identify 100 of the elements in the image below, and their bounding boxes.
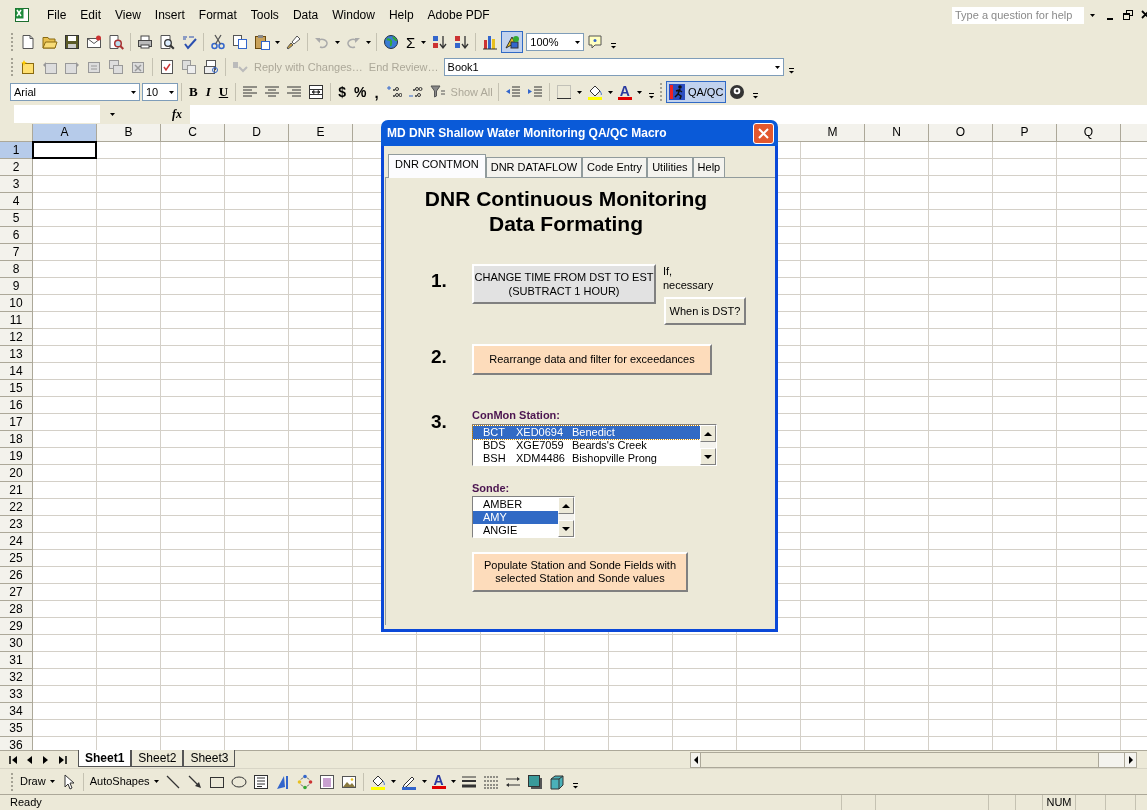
restore-icon[interactable] [1123,10,1133,20]
formula-input[interactable] [190,104,1147,124]
caret-icon[interactable] [576,90,582,94]
caret-icon[interactable] [335,40,340,44]
toolbar-options-icon[interactable] [788,68,794,74]
decrease-indent-icon[interactable] [504,84,521,100]
toolbar-handle[interactable] [11,772,14,791]
row-header[interactable]: 19 [0,448,33,465]
increase-decimal-icon[interactable] [385,84,402,100]
open-folder-icon[interactable] [42,34,58,50]
zoom-combo[interactable]: 100% [526,33,585,51]
menu-item[interactable]: Window [325,5,382,25]
caret-icon[interactable] [450,780,456,783]
scroll-right-button[interactable] [1124,752,1136,767]
menu-item[interactable]: Edit [73,5,109,25]
sort-ascending-icon[interactable] [431,34,448,50]
scissors-icon[interactable] [210,34,226,50]
fill-bucket-icon[interactable] [586,84,603,100]
caret-icon[interactable] [575,40,581,44]
increase-indent-icon[interactable] [526,84,543,100]
row-header[interactable]: 31 [0,652,33,669]
caret-icon[interactable] [774,65,780,69]
list-item[interactable]: BCT XED0694 Benedict [473,426,700,439]
line-weight-icon[interactable] [460,773,477,790]
row-header[interactable]: 9 [0,278,33,295]
column-header[interactable]: A [33,124,97,141]
caret-icon[interactable] [366,40,371,44]
sticky-note-icon[interactable] [20,59,36,75]
toolbar-options-icon[interactable] [648,93,654,99]
horizontal-scrollbar[interactable] [690,751,1137,768]
merge-center-icon[interactable] [308,84,325,100]
cube-icon[interactable] [548,773,565,790]
row-header[interactable]: 3 [0,176,33,193]
print-preview-icon[interactable] [159,34,175,50]
scroll-up-button[interactable] [700,425,716,442]
menu-item[interactable]: File [40,5,74,25]
toolbar-options-icon[interactable] [753,93,759,99]
rearrange-data-button[interactable]: Rearrange data and filter for exceedances [472,344,712,375]
row-header[interactable]: 33 [0,686,33,703]
checklist-icon[interactable] [159,59,175,75]
tab[interactable]: DNR DATAFLOW [485,157,583,177]
caret-icon[interactable] [153,780,159,783]
station-listbox[interactable]: BCT XED0694 Benedict BDS XGE7059 Beards's Creek BSH XDM4486 Bishopville Prong [472,424,717,466]
list-item[interactable]: AMBER [473,498,558,511]
autoshapes-menu-button[interactable]: AutoShapes [86,771,162,792]
menu-item[interactable]: Help [381,5,421,25]
menu-item[interactable]: Tools [243,5,286,25]
populate-fields-button[interactable]: Populate Station and Sonde Fields with selected Station and Sonde values [472,552,688,592]
caret-icon[interactable] [421,780,427,783]
align-right-icon[interactable] [286,84,303,100]
funnel-icon[interactable] [429,84,446,100]
sort-descending-icon[interactable] [453,34,470,50]
align-center-icon[interactable] [264,84,281,100]
font-size-combo[interactable]: 10 [142,83,178,101]
running-figure-icon[interactable] [668,84,685,100]
row-header[interactable]: 2 [0,159,33,176]
row-header[interactable]: 25 [0,550,33,567]
shadow-square-icon[interactable] [526,773,543,790]
row-header[interactable]: 21 [0,482,33,499]
row-header[interactable]: 22 [0,499,33,516]
when-is-dst-button[interactable]: When is DST? [664,297,746,325]
underline-button[interactable]: U [214,82,233,102]
time-change-button[interactable]: CHANGE TIME FROM DST TO EST (SUBTRACT 1 HOUR) [472,264,656,304]
nav-last-icon[interactable] [56,753,68,766]
scroll-down-button[interactable] [558,520,574,537]
caret-icon[interactable] [131,90,136,94]
help-bubble-icon[interactable] [587,34,604,50]
paintbrush-icon[interactable] [285,34,301,50]
caret-icon[interactable] [275,40,280,44]
caret-icon[interactable] [49,780,55,783]
comma-button[interactable]: , [370,82,383,102]
nav-first-icon[interactable] [8,753,20,766]
caret-icon[interactable] [421,40,427,44]
caret-icon[interactable] [636,90,642,94]
toolbar-handle[interactable] [11,33,14,51]
row-header[interactable]: 14 [0,363,33,380]
row-header[interactable]: 32 [0,669,33,686]
list-item[interactable]: ANGIE [473,524,558,537]
row-header[interactable]: 6 [0,227,33,244]
wordart-icon[interactable] [274,773,291,790]
tab[interactable]: Utilities [647,157,693,177]
caret-icon[interactable] [607,90,613,94]
row-header[interactable]: 5 [0,210,33,227]
sonde-listbox[interactable]: AMBER AMY ANGIE [472,496,575,538]
row-header[interactable]: 26 [0,567,33,584]
list-item[interactable]: BSH XDM4486 Bishopville Prong [473,452,700,465]
row-header[interactable]: 23 [0,516,33,533]
row-header[interactable]: 15 [0,380,33,397]
row-header[interactable]: 18 [0,431,33,448]
row-header[interactable]: 29 [0,618,33,635]
font-combo[interactable]: Arial [10,83,140,101]
sum-button[interactable]: Σ [402,32,420,52]
italic-button[interactable]: I [201,82,215,102]
row-header[interactable]: 12 [0,329,33,346]
spelling-check-icon[interactable] [181,34,197,50]
tab[interactable]: DNR CONTMON [388,154,486,178]
row-header[interactable]: 17 [0,414,33,431]
toolbar-handle[interactable] [659,83,663,101]
clip-art-icon[interactable] [318,773,335,790]
clipboard-icon[interactable] [254,34,270,50]
